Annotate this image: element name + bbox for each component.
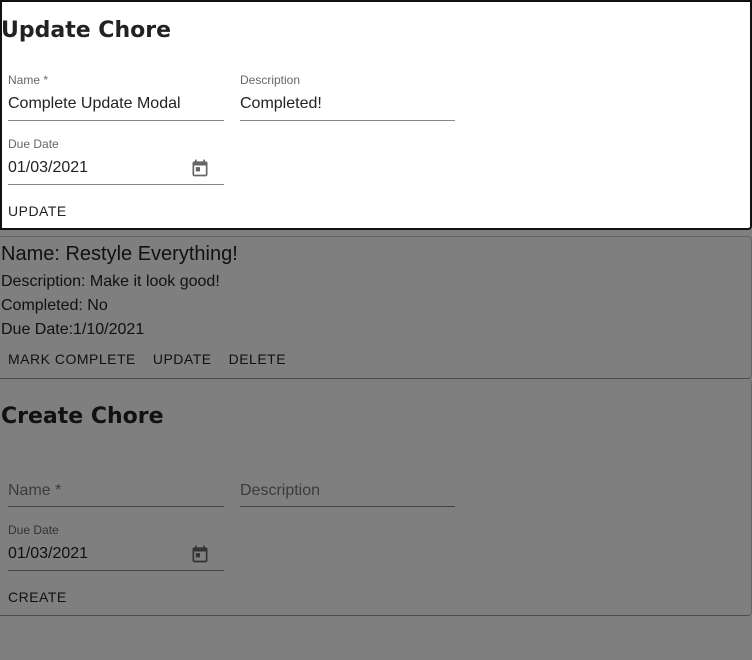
page: Name: Restyle Everything! Description: M…: [0, 0, 752, 660]
update-submit-button[interactable]: UPDATE: [8, 203, 67, 219]
update-due-date-value: 01/03/2021: [8, 159, 89, 176]
update-due-date-underline: [8, 184, 224, 185]
update-actions: UPDATE: [8, 203, 67, 221]
calendar-icon[interactable]: [190, 158, 210, 178]
update-name-underline: [8, 120, 224, 121]
update-due-date-label: Due Date: [8, 137, 59, 151]
update-chore-modal: Update Chore Name * Complete Update Moda…: [0, 0, 752, 230]
update-description-underline: [240, 120, 455, 121]
update-chore-title: Update Chore: [1, 18, 171, 43]
update-name-label: Name *: [8, 73, 49, 87]
update-due-date-field[interactable]: Due Date 01/03/2021: [8, 137, 224, 185]
update-description-label: Description: [240, 73, 301, 87]
update-description-value: Completed!: [240, 95, 322, 112]
update-description-field[interactable]: Description Completed!: [240, 73, 455, 121]
update-name-value: Complete Update Modal: [8, 95, 181, 112]
update-name-field[interactable]: Name * Complete Update Modal: [8, 73, 224, 121]
